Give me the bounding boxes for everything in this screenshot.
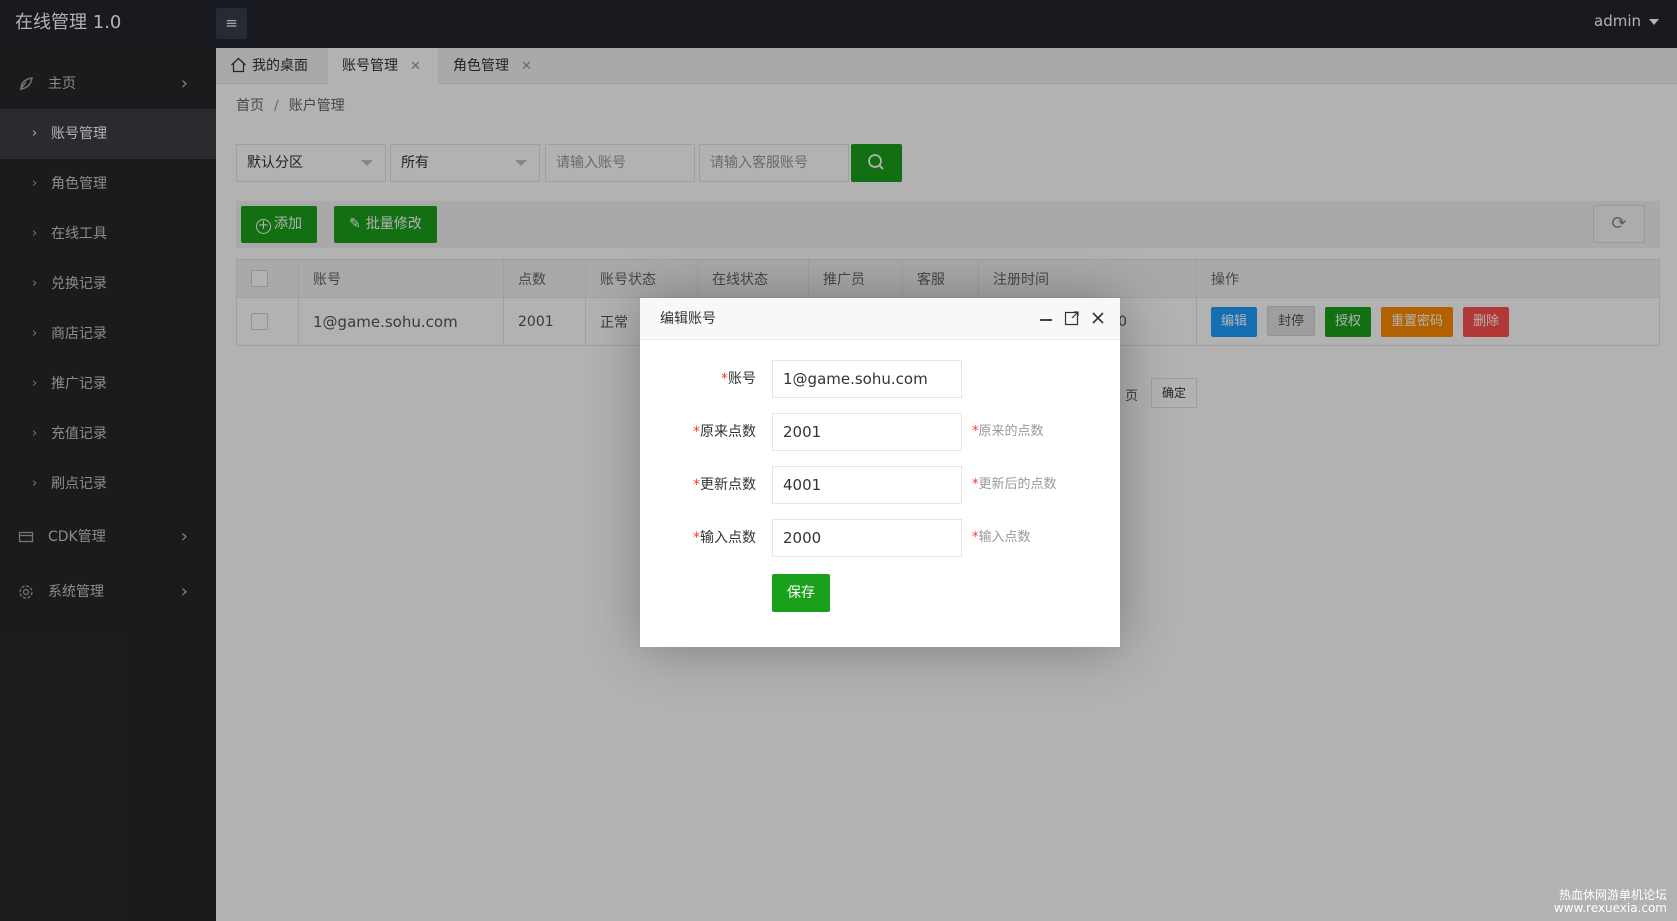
updated-points-field[interactable]: 4001 (772, 466, 962, 504)
field-label: *账号 (640, 360, 756, 398)
watermark: 热血休网游单机论坛 www.rexuexia.com (1554, 889, 1667, 915)
field-label: *更新点数 (640, 466, 756, 504)
input-points-field[interactable]: 2000 (772, 519, 962, 557)
save-button[interactable]: 保存 (772, 574, 830, 612)
form-row-input-points: *输入点数 2000 *输入点数 (640, 519, 1120, 557)
watermark-line2: www.rexuexia.com (1553, 901, 1667, 915)
form-row-updated-points: *更新点数 4001 *更新后的点数 (640, 466, 1120, 504)
field-label-text: 账号 (728, 371, 756, 387)
required-mark: * (693, 477, 700, 493)
required-mark: * (693, 424, 700, 440)
field-label-text: 输入点数 (700, 530, 756, 546)
original-points-field[interactable]: 2001 (772, 413, 962, 451)
dialog-title: 编辑账号 (660, 311, 716, 327)
minimize-icon[interactable] (1038, 310, 1054, 326)
field-hint-text: 原来的点数 (978, 424, 1044, 439)
close-icon[interactable] (1090, 310, 1106, 326)
form-row-original-points: *原来点数 2001 *原来的点数 (640, 413, 1120, 451)
account-field[interactable]: 1@game.sohu.com (772, 360, 962, 398)
field-label: *原来点数 (640, 413, 756, 451)
field-hint: *输入点数 (972, 519, 1031, 557)
field-hint-text: 更新后的点数 (978, 477, 1057, 492)
field-hint-text: 输入点数 (978, 530, 1031, 545)
field-label-text: 原来点数 (700, 424, 756, 440)
field-label: *输入点数 (640, 519, 756, 557)
form-row-account: *账号 1@game.sohu.com (640, 360, 1120, 398)
required-mark: * (721, 371, 728, 387)
edit-account-dialog: 编辑账号 *账号 1@game.sohu.com *原来点数 2001 *原来的… (640, 298, 1120, 647)
field-label-text: 更新点数 (700, 477, 756, 493)
field-hint: *原来的点数 (972, 413, 1044, 451)
field-hint: *更新后的点数 (972, 466, 1057, 504)
maximize-icon[interactable] (1064, 310, 1080, 326)
required-mark: * (693, 530, 700, 546)
